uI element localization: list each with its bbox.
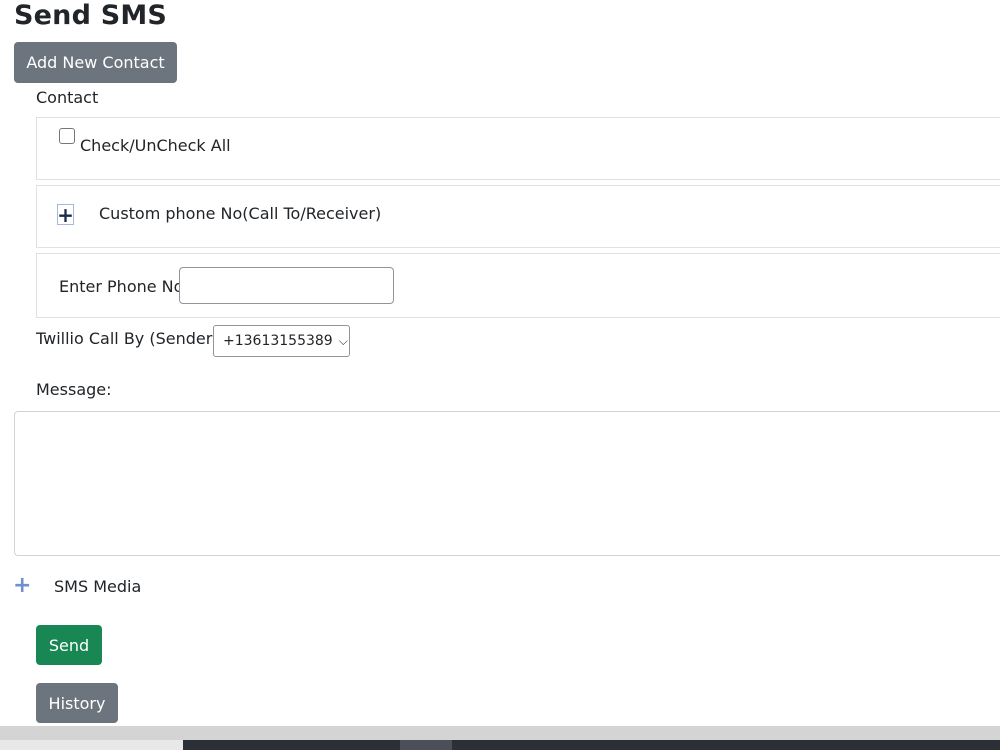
taskbar-dark-section bbox=[183, 740, 1000, 750]
send-button[interactable]: Send bbox=[36, 625, 102, 665]
check-all-label[interactable]: Check/UnCheck All bbox=[80, 136, 231, 155]
phone-number-input[interactable] bbox=[179, 267, 394, 304]
sms-media-label[interactable]: SMS Media bbox=[54, 577, 141, 596]
plus-icon[interactable]: + bbox=[57, 204, 74, 225]
send-sms-page: Send SMS Add New Contact Contact Check/U… bbox=[0, 0, 1000, 750]
taskbar-item[interactable] bbox=[400, 740, 452, 750]
message-textarea[interactable] bbox=[14, 411, 1000, 556]
check-all-checkbox[interactable] bbox=[59, 128, 75, 144]
sender-select[interactable]: +13613155389 ⌵ bbox=[213, 325, 350, 357]
message-label: Message: bbox=[36, 380, 112, 399]
chevron-down-icon: ⌵ bbox=[338, 333, 348, 348]
history-button[interactable]: History bbox=[36, 683, 118, 723]
custom-phone-label: Custom phone No(Call To/Receiver) bbox=[99, 204, 382, 223]
add-new-contact-button[interactable]: Add New Contact bbox=[14, 42, 177, 83]
horizontal-scrollbar[interactable] bbox=[0, 726, 1000, 740]
page-title: Send SMS bbox=[14, 0, 168, 31]
plus-icon[interactable]: + bbox=[13, 575, 31, 597]
sender-selected-value: +13613155389 bbox=[223, 333, 333, 349]
enter-phone-label: Enter Phone No bbox=[59, 277, 184, 296]
contact-label: Contact bbox=[36, 88, 99, 107]
sender-label: Twillio Call By (Sender) bbox=[36, 329, 219, 348]
